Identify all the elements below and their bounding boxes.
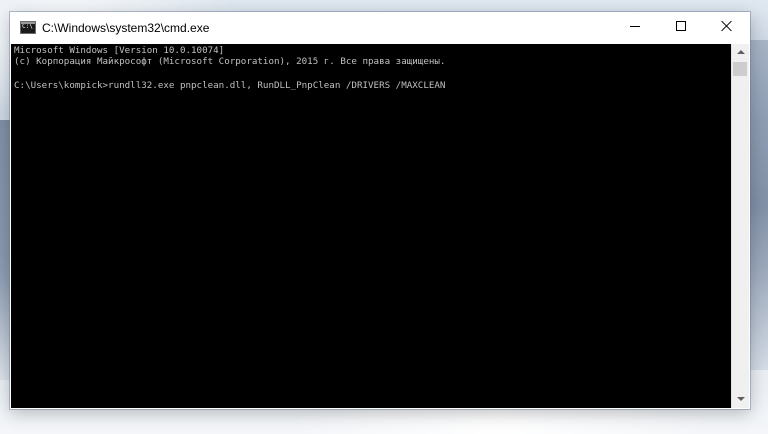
window-title: C:\Windows\system32\cmd.exe [42,21,210,35]
console-output[interactable]: Microsoft Windows [Version 10.0.10074] (… [11,44,731,408]
minimize-button[interactable] [612,12,658,42]
title-bar[interactable]: C:\Windows\system32\cmd.exe [10,12,750,44]
maximize-button[interactable] [658,12,704,42]
console-line-copyright: (c) Корпорация Майкрософт (Microsoft Cor… [14,56,446,67]
console-line-command: C:\Users\kompick>rundll32.exe pnpclean.d… [14,80,446,91]
cmd-window: C:\Windows\system32\cmd.exe Microsoft Wi… [10,12,750,409]
desktop-wallpaper-right [748,40,768,370]
maximize-icon [676,21,686,31]
close-button[interactable] [704,12,750,42]
scroll-thumb[interactable] [733,62,747,76]
cmd-console-icon[interactable] [20,21,36,34]
vertical-scrollbar[interactable] [731,44,749,408]
scroll-up-arrow-icon[interactable] [732,44,749,61]
scroll-down-arrow-icon[interactable] [732,391,749,408]
minimize-icon [630,26,640,27]
close-icon [721,20,733,32]
